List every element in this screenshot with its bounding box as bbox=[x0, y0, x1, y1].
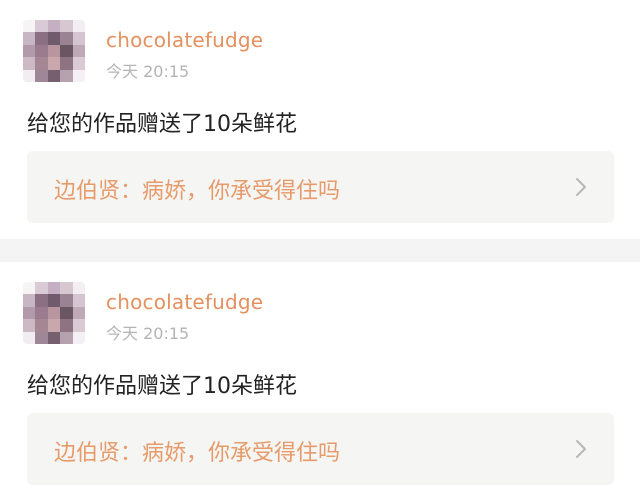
chevron-right-icon bbox=[576, 178, 586, 196]
message-text: 给您的作品赠送了10朵鲜花 bbox=[27, 112, 297, 137]
avatar[interactable] bbox=[23, 282, 85, 344]
notification-card: chocolatefudge 今天 20:15 给您的作品赠送了10朵鲜花 边伯… bbox=[0, 262, 640, 501]
avatar[interactable] bbox=[23, 20, 85, 82]
quoted-work-title: 边伯贤：病娇，你承受得住吗 bbox=[54, 441, 341, 466]
quoted-work-title: 边伯贤：病娇，你承受得住吗 bbox=[54, 179, 341, 204]
timestamp: 今天 20:15 bbox=[106, 62, 190, 81]
section-divider bbox=[0, 239, 640, 262]
username[interactable]: chocolatefudge bbox=[106, 28, 263, 52]
quoted-work-link[interactable]: 边伯贤：病娇，你承受得住吗 bbox=[27, 413, 614, 485]
timestamp: 今天 20:15 bbox=[106, 324, 190, 343]
quoted-work-link[interactable]: 边伯贤：病娇，你承受得住吗 bbox=[27, 151, 614, 223]
notification-card: chocolatefudge 今天 20:15 给您的作品赠送了10朵鲜花 边伯… bbox=[0, 0, 640, 239]
chevron-right-icon bbox=[576, 440, 586, 458]
message-text: 给您的作品赠送了10朵鲜花 bbox=[27, 374, 297, 399]
username[interactable]: chocolatefudge bbox=[106, 290, 263, 314]
